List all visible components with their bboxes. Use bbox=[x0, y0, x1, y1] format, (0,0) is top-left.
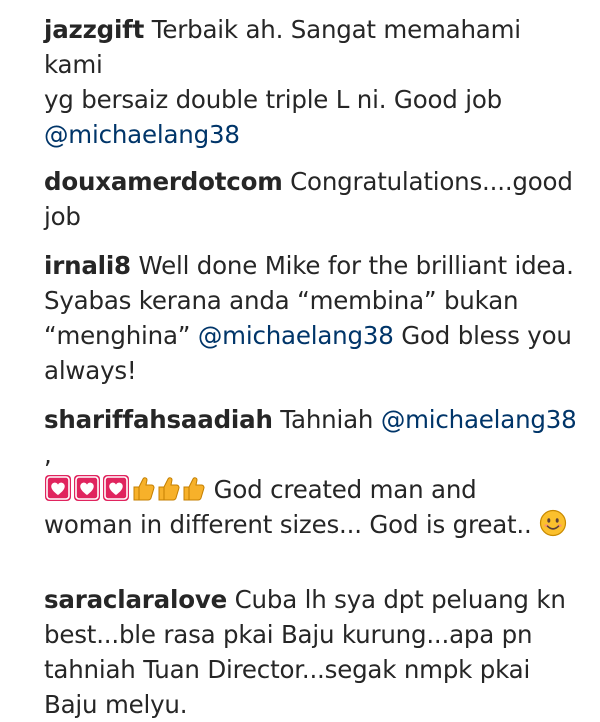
comment-username[interactable]: saraclaralove bbox=[44, 585, 227, 614]
comment-text: woman in different sizes... God is great… bbox=[44, 510, 532, 539]
comment-item: jazzgift Terbaik ah. Sangat memahami kam… bbox=[44, 12, 584, 152]
heart-box-icon bbox=[73, 474, 101, 502]
comment-item: irnali8 Well done Mike for the brilliant… bbox=[44, 248, 584, 388]
comment-text: job bbox=[44, 202, 81, 231]
thumbs-up-icon bbox=[131, 474, 155, 502]
comment-item: shariffahsaadiah Tahniah @michaelang38 , bbox=[44, 402, 584, 542]
comment-text: Syabas kerana anda “membina” bukan bbox=[44, 286, 519, 315]
comment-item: saraclaralove Cuba lh sya dpt peluang kn… bbox=[44, 582, 584, 722]
thumbs-up-icon bbox=[181, 474, 205, 502]
comment-username[interactable]: douxamerdotcom bbox=[44, 167, 283, 196]
comment-text: , bbox=[44, 440, 52, 469]
comment-text: best...ble rasa pkai Baju kurung...apa p… bbox=[44, 620, 533, 649]
comment-item: douxamerdotcom Congratulations....good j… bbox=[44, 164, 584, 234]
thumbs-up-icon bbox=[156, 474, 180, 502]
comment-text: tahniah Tuan Director...segak nmpk pkai bbox=[44, 655, 531, 684]
comment-username[interactable]: jazzgift bbox=[44, 15, 144, 44]
comment-mention[interactable]: @michaelang38 bbox=[381, 405, 577, 434]
comment-text: God created man and bbox=[213, 475, 477, 504]
comment-text: Well done Mike for the brilliant idea. bbox=[138, 251, 574, 280]
comment-list: jazzgift Terbaik ah. Sangat memahami kam… bbox=[44, 12, 584, 722]
comment-mention[interactable]: @michaelang38 bbox=[198, 321, 394, 350]
comment-text: Tahniah bbox=[280, 405, 374, 434]
comment-text: “menghina” bbox=[44, 321, 191, 350]
comment-text: always! bbox=[44, 356, 137, 385]
comment-text: God bless you bbox=[401, 321, 572, 350]
comment-text: yg bersaiz double triple L ni. Good job bbox=[44, 85, 502, 114]
comment-username[interactable]: shariffahsaadiah bbox=[44, 405, 273, 434]
comment-mention[interactable]: @michaelang38 bbox=[44, 120, 240, 149]
heart-box-icon bbox=[44, 474, 72, 502]
comment-text: Cuba lh sya dpt peluang kn bbox=[234, 585, 566, 614]
smiling-face-icon bbox=[539, 509, 567, 537]
comment-text: Baju melyu. bbox=[44, 690, 188, 719]
comment-username[interactable]: irnali8 bbox=[44, 251, 131, 280]
comment-text: Congratulations....good bbox=[290, 167, 573, 196]
heart-box-icon bbox=[102, 474, 130, 502]
